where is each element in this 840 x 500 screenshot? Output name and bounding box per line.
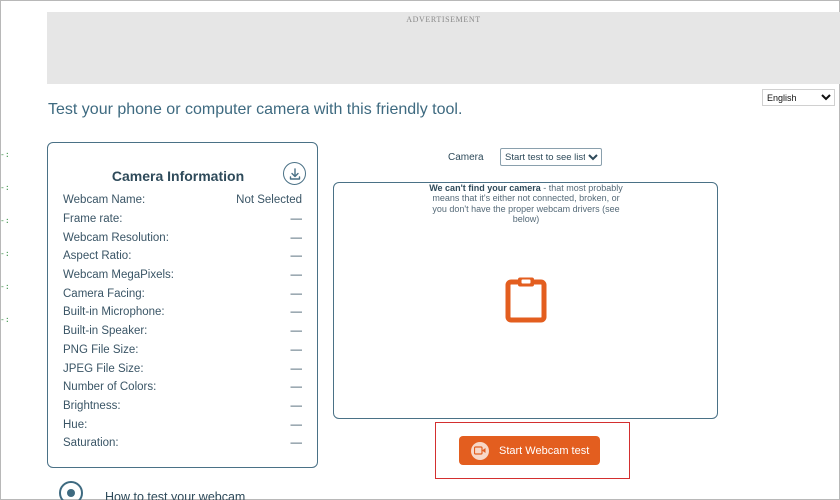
clipboard-icon [505,277,547,323]
advertisement-banner[interactable]: ADVERTISEMENT [47,12,840,84]
info-label: Aspect Ratio: [63,250,132,263]
info-row-microphone: Built-in Microphone: — [63,303,302,322]
target-icon [59,481,83,500]
webcam-icon [471,441,489,460]
info-row-resolution: Webcam Resolution: — [63,228,302,247]
info-row-webcam-name: Webcam Name: Not Selected [63,191,302,210]
info-row-saturation: Saturation: — [63,434,302,453]
info-label: PNG File Size: [63,343,139,356]
edge-marks: -: -: -: -: -: -: [0,150,10,324]
start-webcam-test-button[interactable]: Start Webcam test [459,436,600,465]
no-camera-message: We can't find your camera - that most pr… [429,183,623,225]
camera-info-list: Webcam Name: Not Selected Frame rate: — … [63,191,302,453]
info-label: Webcam Name: [63,194,146,207]
download-button[interactable] [283,162,306,185]
info-value: — [290,269,303,282]
info-row-megapixels: Webcam MegaPixels: — [63,266,302,285]
language-select[interactable]: English [762,89,835,106]
start-webcam-test-label: Start Webcam test [499,444,590,457]
download-icon [289,167,300,180]
info-label: Built-in Speaker: [63,325,148,338]
info-row-jpeg-size: JPEG File Size: — [63,359,302,378]
info-label: JPEG File Size: [63,362,144,375]
camera-select[interactable]: Start test to see list [500,148,602,166]
info-label: Number of Colors: [63,381,157,394]
info-value: — [290,213,303,226]
info-row-colors: Number of Colors: — [63,378,302,397]
info-value: — [290,381,303,394]
howto-heading: How to test your webcam [105,490,246,500]
info-value: — [290,231,303,244]
info-row-hue: Hue: — [63,415,302,434]
info-value: — [290,287,303,300]
info-value: — [290,306,303,319]
camera-info-title: Camera Information [111,168,245,184]
info-value: — [290,437,303,450]
info-row-speaker: Built-in Speaker: — [63,322,302,341]
info-label: Webcam Resolution: [63,231,169,244]
info-label: Brightness: [63,399,121,412]
info-value: — [290,250,303,263]
info-label: Saturation: [63,437,119,450]
info-row-brightness: Brightness: — [63,397,302,416]
info-value: — [290,362,303,375]
no-camera-message-bold: We can't find your camera [429,183,541,193]
camera-preview-area: We can't find your camera - that most pr… [333,182,718,419]
camera-label: Camera [448,152,484,163]
camera-info-panel: Camera Information Webcam Name: Not Sele… [47,142,318,468]
page-title: Test your phone or computer camera with … [48,101,463,118]
info-value: — [290,343,303,356]
info-value: — [290,418,303,431]
info-value: — [290,325,303,338]
info-label: Camera Facing: [63,287,145,300]
advertisement-label: ADVERTISEMENT [406,15,481,24]
info-value: Not Selected [236,194,302,207]
info-row-aspect-ratio: Aspect Ratio: — [63,247,302,266]
info-label: Frame rate: [63,213,123,226]
info-label: Webcam MegaPixels: [63,269,174,282]
info-label: Built-in Microphone: [63,306,165,319]
info-label: Hue: [63,418,88,431]
info-row-png-size: PNG File Size: — [63,341,302,360]
info-row-camera-facing: Camera Facing: — [63,284,302,303]
info-row-frame-rate: Frame rate: — [63,210,302,229]
info-value: — [290,399,303,412]
